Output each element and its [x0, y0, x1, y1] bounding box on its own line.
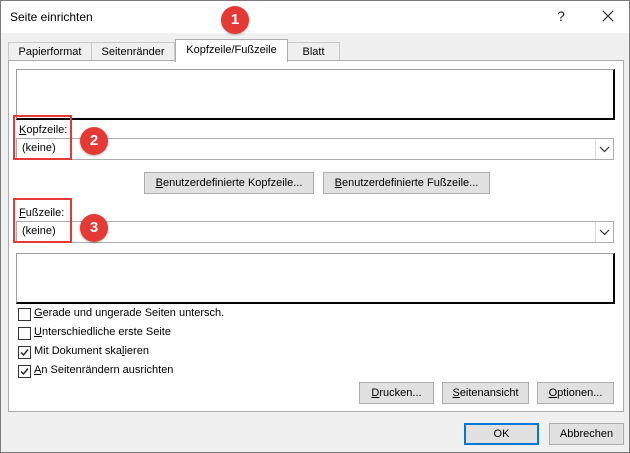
checkbox-label: An Seitenrändern ausrichten	[34, 364, 174, 376]
tab-seitenraender[interactable]: Seitenränder	[91, 42, 175, 61]
checkmark-icon	[20, 349, 29, 357]
checkbox-different-first-page[interactable]	[18, 327, 31, 340]
tab-kopfzeile-fusszeile[interactable]: Kopfzeile/Fußzeile	[175, 39, 288, 62]
checkbox-scale-with-document[interactable]	[18, 346, 31, 359]
tab-blatt[interactable]: Blatt	[287, 42, 340, 61]
annotation-badge-1: 1	[221, 6, 249, 34]
help-button[interactable]: ?	[546, 5, 576, 27]
checkbox-align-with-margins[interactable]	[18, 365, 31, 378]
chevron-down-icon[interactable]	[595, 222, 613, 242]
checkbox-different-odd-even[interactable]	[18, 308, 31, 321]
page-setup-dialog: Seite einrichten ? Papierformat Seitenrä…	[0, 0, 630, 453]
annotation-badge-3: 3	[80, 214, 108, 242]
footer-preview	[16, 253, 615, 304]
chevron-down-icon[interactable]	[595, 139, 613, 159]
cancel-button[interactable]: Abbrechen	[549, 423, 624, 445]
ok-button[interactable]: OK	[464, 423, 539, 445]
options-button[interactable]: Optionen...	[537, 382, 614, 404]
title-bar: Seite einrichten ?	[1, 1, 629, 33]
window-title: Seite einrichten	[10, 10, 93, 24]
tab-papierformat[interactable]: Papierformat	[8, 42, 92, 61]
annotation-box-footer	[13, 198, 72, 243]
close-icon	[602, 10, 614, 22]
print-button[interactable]: Drucken...	[359, 382, 434, 404]
checkbox-label: Gerade und ungerade Seiten untersch.	[34, 307, 225, 319]
annotation-box-header	[13, 115, 72, 160]
custom-header-button[interactable]: Benutzerdefinierte Kopfzeile...	[144, 172, 314, 194]
checkbox-label: Mit Dokument skalieren	[34, 345, 149, 357]
annotation-badge-2: 2	[80, 127, 108, 155]
checkmark-icon	[20, 368, 29, 376]
custom-footer-button[interactable]: Benutzerdefinierte Fußzeile...	[323, 172, 490, 194]
header-preview	[16, 69, 615, 120]
checkbox-label: Unterschiedliche erste Seite	[34, 326, 171, 338]
print-preview-button[interactable]: Seitenansicht	[442, 382, 529, 404]
close-button[interactable]	[593, 5, 623, 27]
